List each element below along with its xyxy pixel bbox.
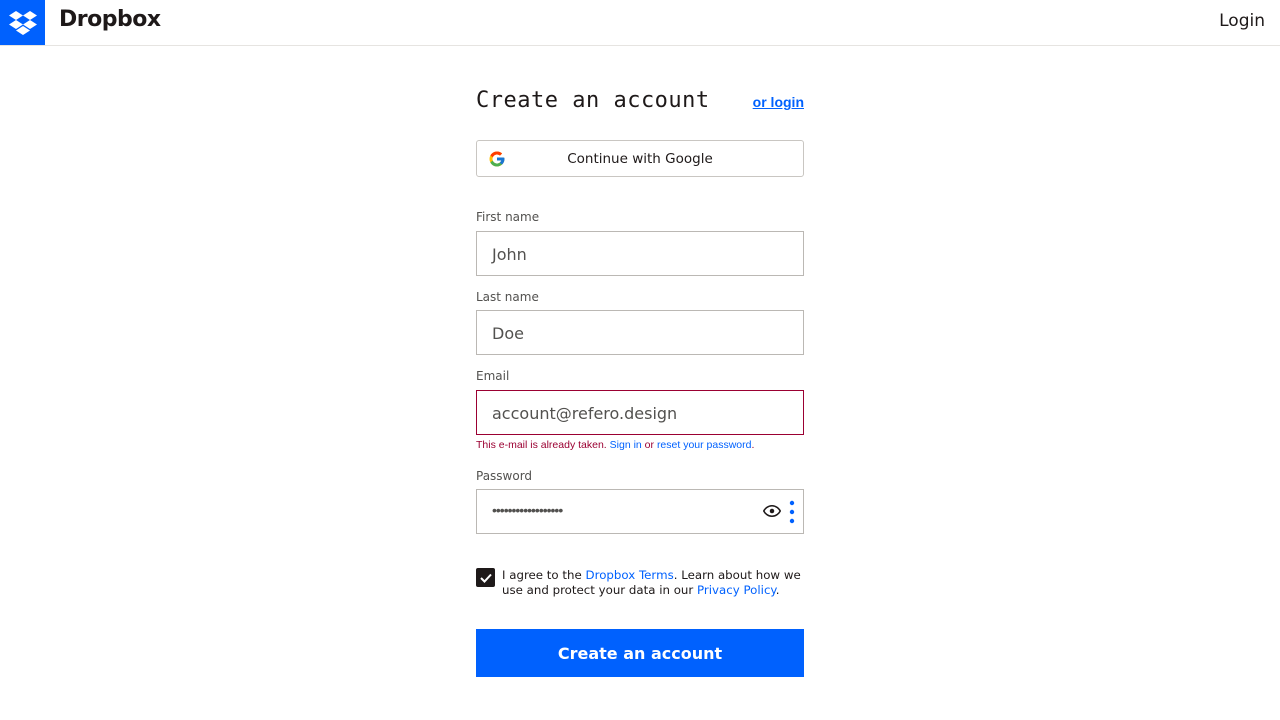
create-account-button[interactable]: Create an account — [476, 629, 804, 677]
or-login-link[interactable]: or login — [753, 94, 804, 110]
agree-text-1: I agree to the — [502, 568, 586, 582]
password-value: •••••••••••••••••• — [492, 502, 563, 518]
last-name-value: Doe — [492, 324, 524, 343]
agree-text-3: . — [775, 583, 780, 597]
last-name-field[interactable]: Doe — [476, 310, 804, 355]
brand-name: Dropbox — [59, 7, 161, 32]
first-name-value: John — [492, 245, 527, 264]
continue-with-google-button[interactable]: Continue with Google — [476, 140, 804, 177]
checkmark-icon — [479, 573, 492, 583]
first-name-label: First name — [476, 210, 540, 224]
eye-icon[interactable] — [763, 504, 781, 518]
header-login-link[interactable]: Login — [1219, 11, 1265, 31]
password-field[interactable]: •••••••••••••••••• — [476, 489, 804, 534]
page-title: Create an account — [476, 88, 710, 113]
password-label: Password — [476, 469, 533, 483]
email-label: Email — [476, 369, 510, 383]
agree-text: I agree to the Dropbox Terms. Learn abou… — [502, 568, 804, 598]
agree-checkbox[interactable] — [476, 568, 495, 587]
email-field[interactable]: account@refero.design — [476, 390, 804, 435]
sign-in-link[interactable]: Sign in — [610, 439, 642, 451]
reset-password-link[interactable]: reset your password — [657, 439, 752, 451]
last-name-label: Last name — [476, 290, 539, 304]
kebab-icon[interactable] — [789, 500, 795, 524]
header: Dropbox Login — [0, 0, 1280, 46]
dropbox-logo-icon[interactable] — [0, 0, 45, 45]
privacy-policy-link[interactable]: Privacy Policy — [697, 583, 776, 597]
email-error-message: This e-mail is already taken. Sign in or… — [476, 439, 754, 451]
email-error-or: or — [644, 439, 655, 451]
email-value: account@refero.design — [492, 404, 678, 423]
dropbox-terms-link[interactable]: Dropbox Terms — [586, 568, 674, 582]
email-error-text: This e-mail is already taken. — [476, 439, 607, 451]
google-icon — [489, 151, 505, 167]
google-button-label: Continue with Google — [567, 150, 713, 167]
first-name-field[interactable]: John — [476, 231, 804, 276]
email-error-end: . — [751, 439, 755, 451]
